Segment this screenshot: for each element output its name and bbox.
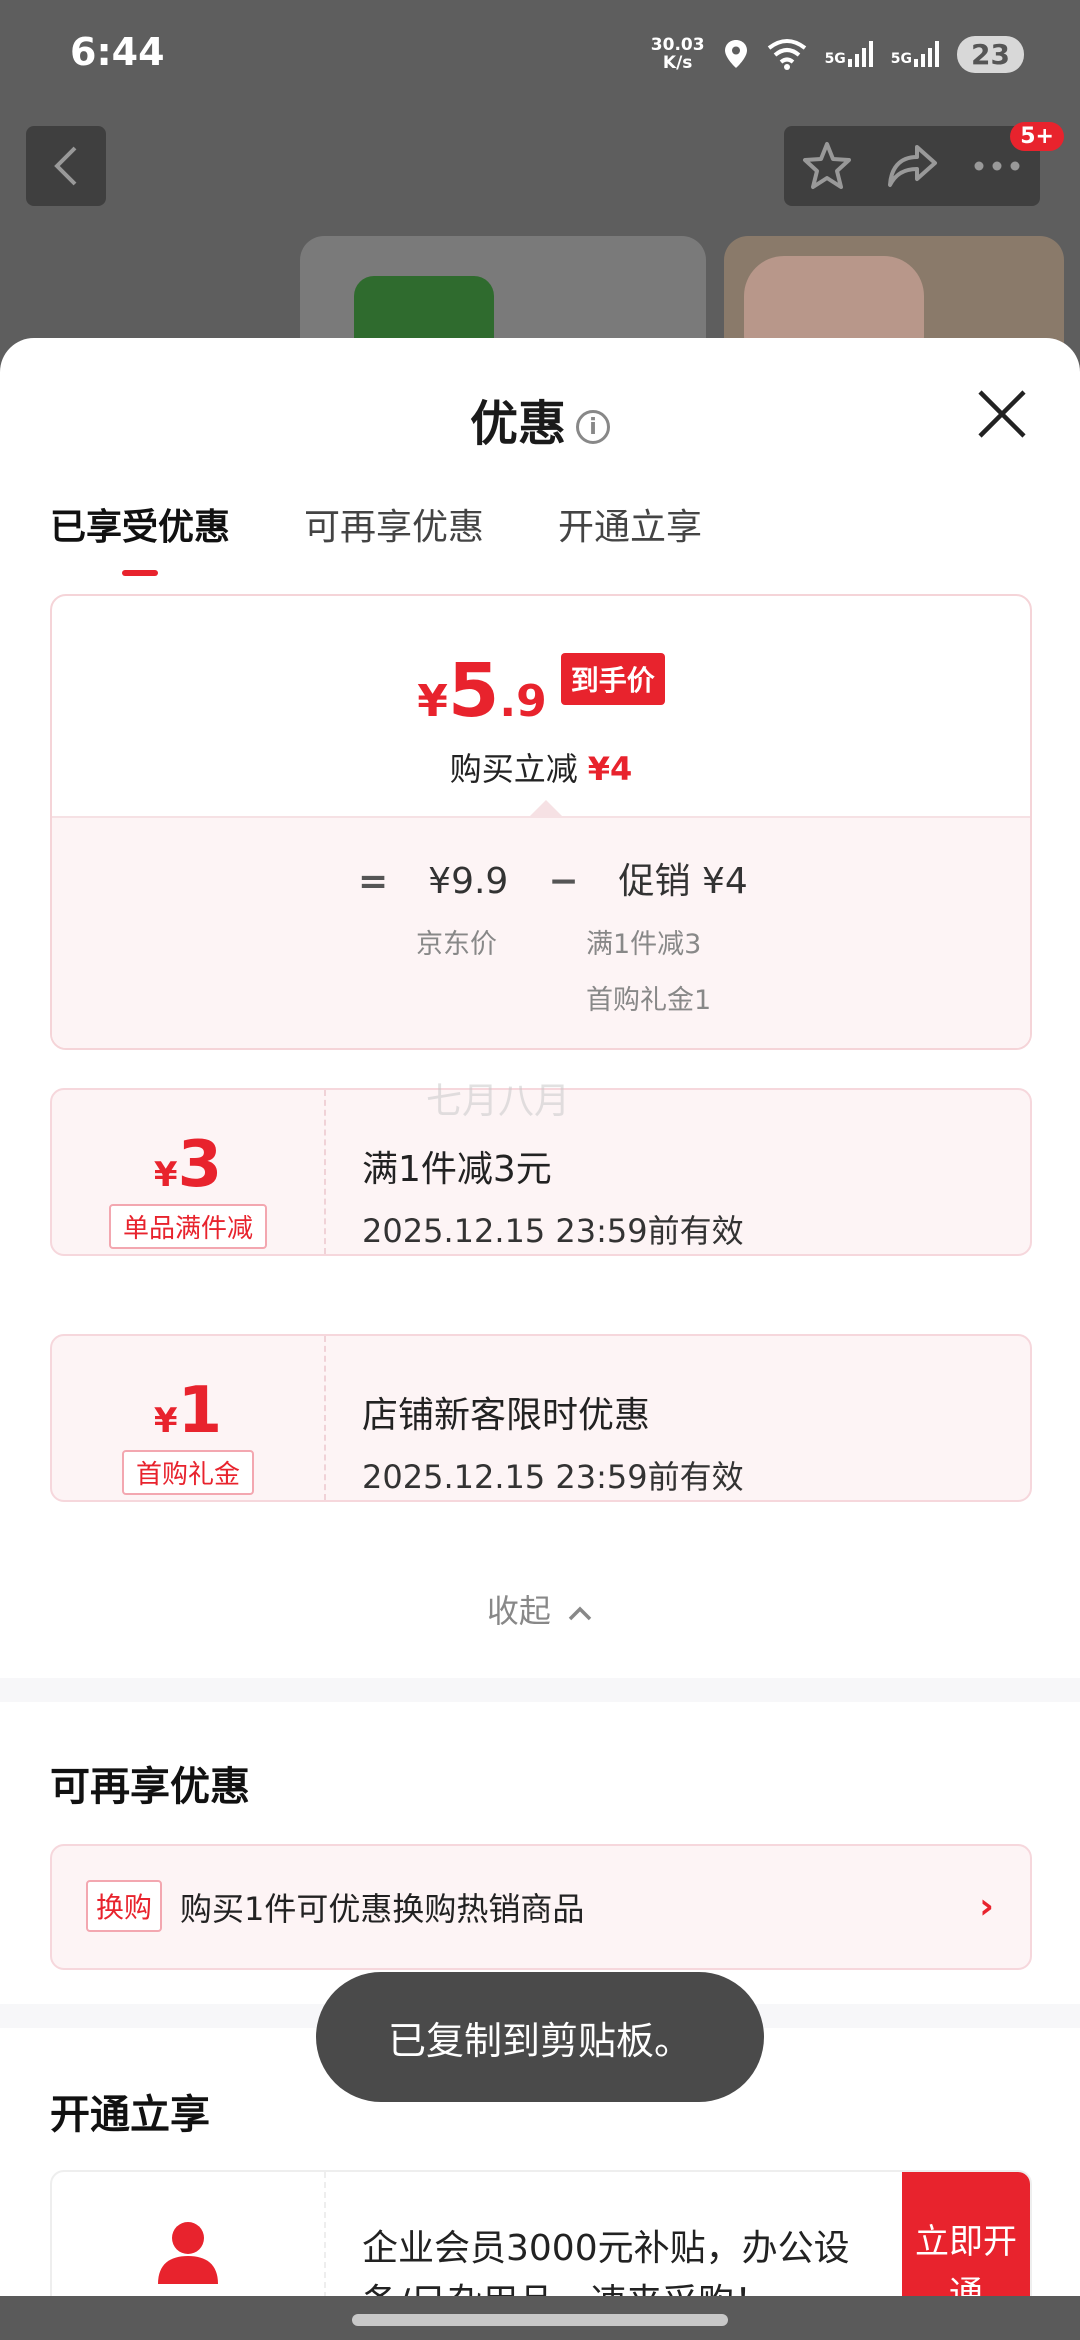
promo-detail: 首购礼金1 <box>586 985 712 1016</box>
exchange-tag: 换购 <box>86 1880 163 1932</box>
message-badge: 5+ <box>1010 122 1064 151</box>
chevron-left-icon <box>54 146 77 186</box>
chevron-up-icon <box>568 1606 592 1621</box>
open-now-button[interactable]: 立即开通 <box>902 2172 1030 2298</box>
instant-reduce: 购买立减 ¥4 <box>449 750 633 788</box>
tab-enjoyed[interactable]: 已享受优惠 <box>50 498 230 576</box>
signal-sim1-icon: 5G <box>825 41 873 67</box>
coupon-type: 首购礼金 <box>121 1450 254 1495</box>
location-icon <box>724 40 747 68</box>
coupon-type: 单品满件减 <box>108 1204 267 1249</box>
status-bar: 6:44 30.03 K/s 5G 5G 23 <box>0 0 1080 110</box>
signal-sim2-icon: 5G <box>891 41 940 67</box>
membership-text: 企业会员3000元补贴，办公设备/日杂用品，速来采购！ <box>362 2228 850 2298</box>
open-title: 开通立享 <box>50 2092 210 2138</box>
info-icon[interactable]: i <box>576 410 610 444</box>
discount-tabs: 已享受优惠 可再享优惠 开通立享 <box>50 498 702 576</box>
jd-price-label: 京东价 <box>416 929 497 960</box>
coupon-amount: ¥1 <box>153 1374 223 1448</box>
toast: 已复制到剪贴板。 <box>316 1972 764 2102</box>
chevron-right-icon: › <box>979 1886 994 1927</box>
wifi-icon <box>767 39 806 70</box>
promo-amount: 促销 ¥4 <box>618 861 748 902</box>
sheet-title: 优惠 i <box>0 384 1080 454</box>
home-indicator[interactable] <box>352 2314 728 2326</box>
final-price-tag: 到手价 <box>560 653 665 705</box>
coupon-expiry: 2025.12.15 23:59前有效 <box>362 1212 744 1250</box>
watermark: 七月八月 <box>426 1081 571 1122</box>
coupon-card: ¥1 首购礼金 店铺新客限时优惠 2025.12.15 23:59前有效 <box>50 1334 1032 1502</box>
star-icon[interactable] <box>800 139 854 193</box>
close-icon[interactable] <box>974 386 1030 442</box>
jd-price: ¥9.9 <box>428 861 509 902</box>
coupon-name: 满1件减3元 <box>362 1149 552 1190</box>
membership-card: 企业会员3000元补贴，办公设备/日杂用品，速来采购！ 立即开通 <box>50 2170 1032 2298</box>
header-actions <box>784 126 1040 206</box>
price-summary-card: ¥5.9 到手价 购买立减 ¥4 = ¥9.9 − 促销 ¥4 京东价 满1件减3 … <box>50 594 1032 1050</box>
network-speed: 30.03 K/s <box>650 35 705 73</box>
coupon-name: 店铺新客限时优惠 <box>362 1395 651 1436</box>
final-price: ¥5.9 到手价 <box>52 648 1030 734</box>
equals-sign: = <box>358 861 389 902</box>
tab-more[interactable]: 可再享优惠 <box>304 498 484 576</box>
status-time: 6:44 <box>70 30 165 74</box>
coupon-expiry: 2025.12.15 23:59前有效 <box>362 1458 744 1496</box>
exchange-text: 购买1件可优惠换购热销商品 <box>180 1890 585 1928</box>
price-breakdown: = ¥9.9 − 促销 ¥4 京东价 满1件减3 首购礼金1 <box>52 816 1030 1048</box>
status-icons: 30.03 K/s 5G 5G 23 <box>651 32 1024 76</box>
battery-indicator: 23 <box>957 35 1024 73</box>
back-button[interactable] <box>26 126 106 206</box>
collapse-button[interactable]: 收起 <box>0 1586 1080 1632</box>
share-icon[interactable] <box>885 139 939 193</box>
more-discounts-title: 可再享优惠 <box>50 1764 250 1810</box>
minus-sign: − <box>548 861 579 902</box>
promo-detail: 满1件减3 <box>586 929 702 960</box>
user-icon <box>158 2222 218 2284</box>
coupon-amount: ¥3 <box>153 1128 223 1202</box>
exchange-offer-row[interactable]: 换购 购买1件可优惠换购热销商品 › <box>50 1844 1032 1970</box>
tab-open[interactable]: 开通立享 <box>558 498 702 576</box>
